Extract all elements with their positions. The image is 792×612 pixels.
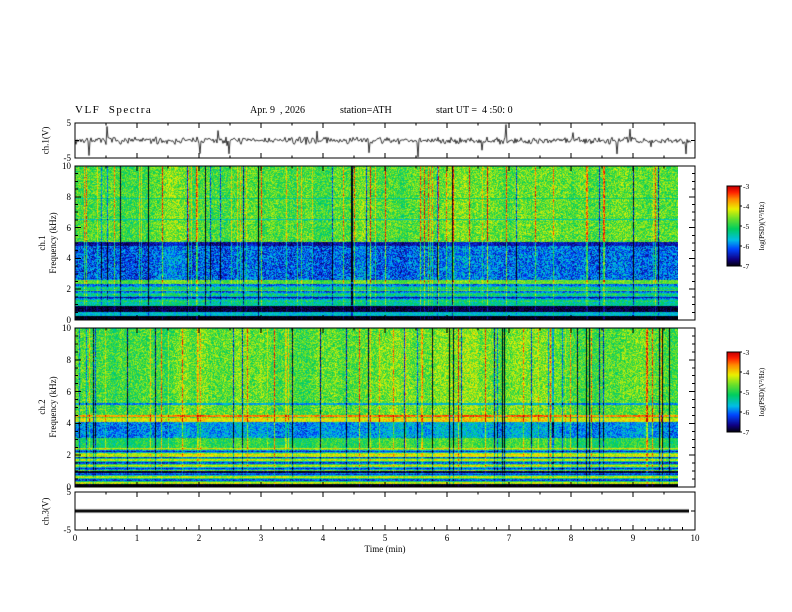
tick-label: -4 [743, 368, 750, 377]
tick-label: -3 [743, 182, 750, 191]
tick-label: 10 [62, 323, 71, 333]
tick-label: -6 [743, 408, 750, 417]
figure-title: VLF Spectra [75, 104, 153, 116]
ch3-waveform-canvas [75, 492, 689, 530]
x-axis-title: Time (min) [364, 544, 406, 554]
tick-label: 8 [66, 191, 72, 202]
tick-label: 7 [506, 533, 512, 543]
tick-label: 4 [320, 533, 326, 543]
start-time-label: start UT = 4 :50: 0 [436, 105, 513, 116]
tick-label: 4 [66, 418, 72, 429]
ch1-waveform-canvas [75, 123, 692, 158]
colorbar1-canvas [727, 186, 740, 266]
vlf-spectra-figure: VLF Spectra Apr. 9 , 2026 station=ATH st… [0, 0, 792, 612]
date-label: Apr. 9 , 2026 [250, 105, 305, 116]
ch2-frequency-ylabel: ch.2 Frequency (kHz) [37, 347, 59, 467]
tick-label: 8 [66, 354, 72, 365]
tick-label: 5 [66, 118, 72, 128]
tick-label: 5 [382, 533, 388, 543]
tick-label: -4 [743, 202, 750, 211]
tick-label: -5 [63, 525, 72, 535]
colorbar1-label: log(PSD)(V²/Hz) [758, 201, 766, 251]
tick-label: -7 [743, 262, 750, 271]
tick-label: -3 [743, 348, 750, 357]
colorbar2-label: log(PSD)(V²/Hz) [758, 367, 766, 417]
tick-label: -6 [743, 242, 750, 251]
tick-label: 6 [444, 533, 450, 543]
tick-label: -5 [743, 222, 750, 231]
station-label: station=ATH [340, 105, 392, 116]
ch2-frequency-ylabel-line1: ch.2 [37, 399, 47, 415]
tick-label: 1 [134, 533, 140, 543]
tick-label: 2 [66, 450, 72, 461]
tick-label: 8 [568, 533, 574, 543]
tick-label: 10 [690, 533, 700, 543]
tick-label: 2 [66, 284, 72, 295]
tick-label: -5 [743, 388, 750, 397]
tick-label: 6 [66, 386, 72, 397]
tick-label: 9 [630, 533, 636, 543]
ch1-spectrogram-canvas [75, 166, 678, 320]
tick-label: 2 [196, 533, 202, 543]
tick-label: 3 [258, 533, 264, 543]
tick-label: 5 [66, 487, 72, 497]
tick-label: 4 [66, 253, 72, 264]
ch2-frequency-ylabel-line2: Frequency (kHz) [48, 376, 58, 438]
tick-label: 0 [72, 533, 78, 543]
tick-label: -7 [743, 428, 750, 437]
ch2-spectrogram-canvas [75, 328, 678, 487]
tick-label: 6 [66, 222, 72, 233]
tick-label: -5 [63, 153, 72, 163]
colorbar2-canvas [727, 352, 740, 432]
